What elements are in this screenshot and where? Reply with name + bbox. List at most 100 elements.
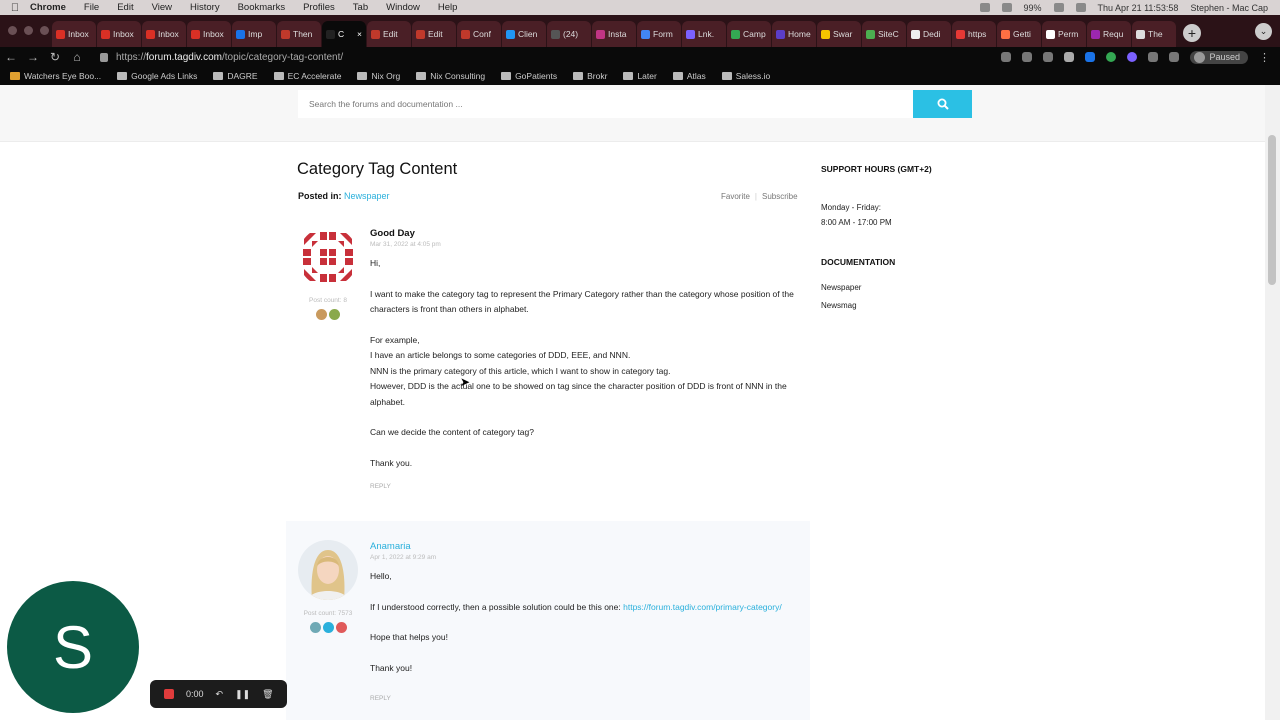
battery-icon[interactable] xyxy=(1053,3,1064,12)
page-scrollbar[interactable] xyxy=(1265,85,1280,720)
post-author[interactable]: Good Day xyxy=(370,227,800,240)
browser-tab[interactable]: Edit xyxy=(412,21,456,47)
menu-view[interactable]: View xyxy=(152,2,172,13)
extension-purple-icon[interactable] xyxy=(1127,52,1138,62)
user-name[interactable]: Stephen - Mac Cap xyxy=(1190,3,1268,13)
browser-tab[interactable]: Lnk. xyxy=(682,21,726,47)
browser-tab[interactable]: Home xyxy=(772,21,816,47)
zoom-window-button[interactable] xyxy=(40,26,49,35)
menu-profiles[interactable]: Profiles xyxy=(303,2,335,13)
bookmark-star-icon[interactable] xyxy=(1043,52,1054,62)
microphone-icon[interactable] xyxy=(1001,52,1012,62)
stop-recording-button[interactable] xyxy=(164,689,174,699)
chrome-menu-icon[interactable]: ⋮ xyxy=(1259,51,1270,64)
bookmark-saless[interactable]: Saless.io xyxy=(721,71,770,81)
extension-green-icon[interactable] xyxy=(1106,52,1117,62)
subscribe-link[interactable]: Subscribe xyxy=(762,192,798,201)
badge-icon xyxy=(335,622,347,633)
bookmark-ec-accelerate[interactable]: EC Accelerate xyxy=(273,71,341,81)
browser-tab[interactable]: Camp xyxy=(727,21,771,47)
clock: Thu Apr 21 11:53:58 xyxy=(1097,2,1179,13)
forward-icon[interactable]: → xyxy=(22,50,44,64)
mic-icon[interactable] xyxy=(979,3,990,12)
share-icon[interactable] xyxy=(1022,52,1033,62)
menu-bookmarks[interactable]: Bookmarks xyxy=(238,2,286,13)
tab-label: C xyxy=(338,29,345,39)
bookmark-nix-org[interactable]: Nix Org xyxy=(357,71,400,81)
apple-icon[interactable]:  xyxy=(0,2,30,14)
pause-icon[interactable]: ❚❚ xyxy=(235,689,250,700)
browser-tab[interactable]: Form xyxy=(637,21,681,47)
browser-tab[interactable]: C × xyxy=(322,21,366,47)
spotlight-icon[interactable] xyxy=(1075,3,1086,12)
browser-tab[interactable]: Perm xyxy=(1042,21,1086,47)
profile-paused-button[interactable]: Paused xyxy=(1190,50,1248,64)
extensions-puzzle-icon[interactable] xyxy=(1148,52,1159,62)
browser-tab[interactable]: Edit xyxy=(367,21,411,47)
restart-icon[interactable]: ↶ xyxy=(216,689,224,700)
menu-help[interactable]: Help xyxy=(438,2,458,13)
extension-icon[interactable] xyxy=(1064,52,1075,62)
reload-icon[interactable]: ↻ xyxy=(44,50,66,64)
side-panel-icon[interactable] xyxy=(1169,52,1180,62)
search-button[interactable] xyxy=(913,90,972,118)
forum-search-input[interactable]: Search the forums and documentation ... xyxy=(298,90,914,118)
bookmark-google-ads-links[interactable]: Google Ads Links xyxy=(117,71,197,81)
avatar[interactable] xyxy=(298,540,358,600)
browser-tab[interactable]: Insta xyxy=(592,21,636,47)
reply-link[interactable]: REPLY xyxy=(370,691,800,707)
solution-link[interactable]: https://forum.tagdiv.com/primary-categor… xyxy=(623,602,782,612)
bookmark-nix-consulting[interactable]: Nix Consulting xyxy=(416,71,485,81)
browser-tab[interactable]: Swar xyxy=(817,21,861,47)
browser-tab[interactable]: SiteC xyxy=(862,21,906,47)
close-window-button[interactable] xyxy=(8,26,17,35)
favorite-link[interactable]: Favorite xyxy=(721,192,750,201)
lock-icon[interactable] xyxy=(100,52,108,62)
menu-tab[interactable]: Tab xyxy=(353,2,368,13)
browser-tab[interactable]: (24) xyxy=(547,21,591,47)
bookmark-atlas[interactable]: Atlas xyxy=(672,71,706,81)
bookmark-later[interactable]: Later xyxy=(623,71,657,81)
category-link[interactable]: Newspaper xyxy=(344,191,390,201)
menu-window[interactable]: Window xyxy=(386,2,420,13)
doc-link-newsmag[interactable]: Newsmag xyxy=(821,301,857,310)
bookmark-gopatients[interactable]: GoPatients xyxy=(501,71,557,81)
browser-tab[interactable]: Getti xyxy=(997,21,1041,47)
tab-search-chevron-icon[interactable]: ⌄ xyxy=(1255,23,1272,40)
menu-app[interactable]: Chrome xyxy=(30,2,66,13)
address-bar[interactable]: https://forum.tagdiv.com/topic/category-… xyxy=(94,49,984,65)
post-author[interactable]: Anamaria xyxy=(370,540,800,553)
menu-history[interactable]: History xyxy=(190,2,220,13)
back-icon[interactable]: ← xyxy=(0,50,22,64)
support-days: Monday - Friday: xyxy=(821,203,882,212)
new-tab-button[interactable]: + xyxy=(1183,24,1201,42)
browser-tab[interactable]: Imp xyxy=(232,21,276,47)
wifi-icon[interactable] xyxy=(1001,3,1012,12)
minimize-window-button[interactable] xyxy=(24,26,33,35)
menu-edit[interactable]: Edit xyxy=(117,2,133,13)
browser-tab[interactable]: Inbox xyxy=(52,21,96,47)
menu-file[interactable]: File xyxy=(84,2,99,13)
browser-tab[interactable]: Inbox xyxy=(142,21,186,47)
doc-link-newspaper[interactable]: Newspaper xyxy=(821,283,861,292)
browser-tab[interactable]: Conf xyxy=(457,21,501,47)
browser-tab[interactable]: https xyxy=(952,21,996,47)
browser-tab[interactable]: Inbox xyxy=(187,21,231,47)
bookmark-dagre[interactable]: DAGRE xyxy=(213,71,258,81)
trash-icon[interactable]: 🗑 xyxy=(262,689,273,700)
browser-tab[interactable]: Requ xyxy=(1087,21,1131,47)
browser-tab[interactable]: Then xyxy=(277,21,321,47)
bookmark-brokr[interactable]: Brokr xyxy=(573,71,607,81)
browser-tab[interactable]: Clien xyxy=(502,21,546,47)
close-tab-icon[interactable]: × xyxy=(357,29,362,39)
avatar[interactable] xyxy=(298,227,358,287)
scrollbar-thumb[interactable] xyxy=(1268,135,1276,285)
browser-tab[interactable]: The xyxy=(1132,21,1176,47)
extension-blue-icon[interactable] xyxy=(1085,52,1096,62)
url-scheme: https:// xyxy=(116,51,147,63)
browser-tab[interactable]: Dedi xyxy=(907,21,951,47)
home-icon[interactable]: ⌂ xyxy=(66,50,88,64)
bookmark-watchers-eye[interactable]: Watchers Eye Boo... xyxy=(10,71,101,81)
browser-tab[interactable]: Inbox xyxy=(97,21,141,47)
reply-link[interactable]: REPLY xyxy=(370,479,800,495)
